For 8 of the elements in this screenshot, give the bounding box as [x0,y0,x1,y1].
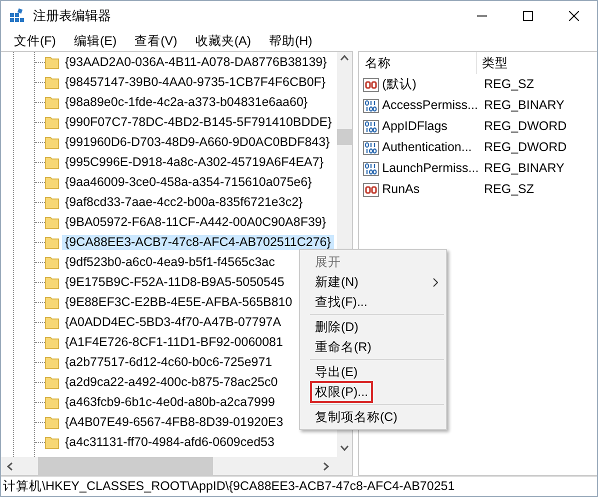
status-bar-path: 计算机\HKEY_CLASSES_ROOT\AppID\{9CA88EE3-ACB7-47c8-AFC4-AB70251 [1,476,597,496]
value-type: REG_BINARY [484,98,564,112]
value-type: REG_DWORD [484,140,567,154]
window-title: 注册表编辑器 [33,7,111,26]
value-type: REG_DWORD [484,119,567,134]
value-type: REG_SZ [484,182,534,196]
value-type: REG_SZ [484,77,534,92]
value-type: REG_BINARY [484,161,564,176]
